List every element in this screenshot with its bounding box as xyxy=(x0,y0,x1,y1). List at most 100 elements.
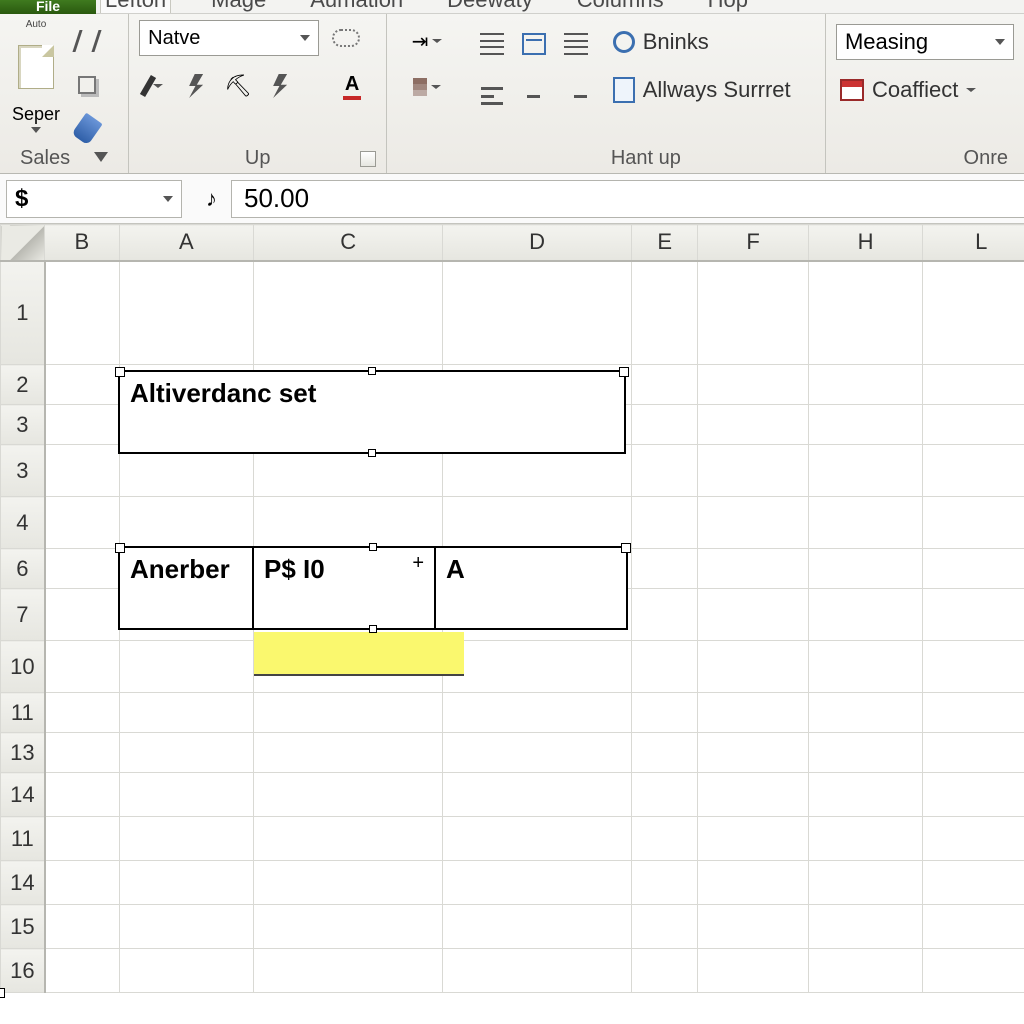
cell[interactable] xyxy=(808,549,923,589)
col-header[interactable]: F xyxy=(698,225,809,261)
align-center-button[interactable] xyxy=(519,81,549,111)
col-header[interactable]: H xyxy=(808,225,923,261)
row-header[interactable]: 16 xyxy=(1,949,45,993)
col-header[interactable]: A xyxy=(119,225,254,261)
cell[interactable] xyxy=(443,861,632,905)
cell[interactable] xyxy=(632,641,698,693)
align-right-button[interactable] xyxy=(561,81,591,111)
cell[interactable] xyxy=(443,261,632,365)
font-color-button[interactable]: A xyxy=(337,71,367,101)
cell[interactable] xyxy=(698,365,809,405)
cell[interactable] xyxy=(923,773,1024,817)
cell[interactable] xyxy=(808,589,923,641)
cell[interactable] xyxy=(808,445,923,497)
col-header[interactable]: D xyxy=(443,225,632,261)
new-doc-button[interactable] xyxy=(10,32,62,102)
cell[interactable] xyxy=(808,405,923,445)
cell[interactable] xyxy=(632,497,698,549)
cell[interactable] xyxy=(808,641,923,693)
cell[interactable] xyxy=(632,733,698,773)
cell[interactable] xyxy=(698,405,809,445)
outdent-button[interactable] xyxy=(561,29,591,59)
cell[interactable] xyxy=(45,549,119,589)
dialog-launcher-icon[interactable] xyxy=(360,151,376,167)
row-header[interactable]: 3 xyxy=(1,405,45,445)
tab-hop[interactable]: Hop xyxy=(704,0,752,13)
cell[interactable] xyxy=(119,641,254,693)
always-surret-button[interactable]: Allways Surrret xyxy=(609,72,795,108)
seper-label[interactable]: Seper xyxy=(12,104,60,125)
cell[interactable] xyxy=(698,861,809,905)
formula-input[interactable]: 50.00 xyxy=(231,180,1024,218)
cell[interactable] xyxy=(443,693,632,733)
tab-aumation[interactable]: Aumation xyxy=(306,0,407,13)
cell[interactable] xyxy=(923,861,1024,905)
chevron-down-icon[interactable] xyxy=(31,127,41,133)
cell[interactable] xyxy=(45,733,119,773)
tab-deewaty[interactable]: Deewaty xyxy=(443,0,537,13)
text-box-anerber[interactable]: Anerber P$ I0 + A xyxy=(118,546,628,630)
cell[interactable] xyxy=(254,949,443,993)
cell[interactable] xyxy=(119,693,254,733)
col-header[interactable]: L xyxy=(923,225,1024,261)
cell[interactable] xyxy=(698,261,809,365)
bolt2-button[interactable] xyxy=(265,71,295,101)
cell[interactable] xyxy=(254,497,443,549)
cell[interactable] xyxy=(698,949,809,993)
cell[interactable] xyxy=(698,773,809,817)
cell[interactable] xyxy=(45,905,119,949)
highlighted-cell[interactable] xyxy=(254,632,464,676)
cell[interactable] xyxy=(923,445,1024,497)
cell[interactable] xyxy=(698,817,809,861)
cell[interactable] xyxy=(808,497,923,549)
row-header[interactable]: 6 xyxy=(1,549,45,589)
tab-columns[interactable]: Columns xyxy=(573,0,668,13)
cell[interactable] xyxy=(45,817,119,861)
cell[interactable] xyxy=(632,445,698,497)
cell[interactable] xyxy=(254,905,443,949)
cell[interactable] xyxy=(45,405,119,445)
list-bullet-button[interactable] xyxy=(477,29,507,59)
row-header[interactable]: 11 xyxy=(1,817,45,861)
cell[interactable] xyxy=(119,817,254,861)
cell[interactable] xyxy=(632,861,698,905)
cell[interactable] xyxy=(632,261,698,365)
row-header[interactable]: 1 xyxy=(1,261,45,365)
cell[interactable] xyxy=(254,733,443,773)
cell[interactable] xyxy=(254,773,443,817)
cell[interactable] xyxy=(808,905,923,949)
row-header[interactable]: 15 xyxy=(1,905,45,949)
cell[interactable] xyxy=(808,261,923,365)
cell[interactable] xyxy=(119,773,254,817)
file-tab[interactable]: File xyxy=(0,0,96,14)
pen-button[interactable] xyxy=(139,71,169,101)
cell[interactable] xyxy=(119,733,254,773)
cell[interactable] xyxy=(254,693,443,733)
cell[interactable] xyxy=(443,905,632,949)
cell[interactable] xyxy=(808,733,923,773)
cell[interactable] xyxy=(443,733,632,773)
cell[interactable] xyxy=(45,261,119,365)
cell[interactable] xyxy=(923,405,1024,445)
copy-button[interactable] xyxy=(72,70,102,100)
cell[interactable] xyxy=(632,365,698,405)
cell[interactable] xyxy=(119,497,254,549)
cell[interactable] xyxy=(632,589,698,641)
cell[interactable] xyxy=(254,861,443,905)
list-number-button[interactable] xyxy=(519,29,549,59)
font-family-combo[interactable]: Natve xyxy=(139,20,319,56)
cell[interactable] xyxy=(45,497,119,549)
cell[interactable] xyxy=(698,497,809,549)
cloud-button[interactable] xyxy=(331,23,361,53)
cell[interactable] xyxy=(923,905,1024,949)
name-box[interactable]: $ xyxy=(6,180,182,218)
cell[interactable] xyxy=(698,589,809,641)
coaffect-button[interactable]: Coaffiect xyxy=(836,72,980,108)
cell[interactable] xyxy=(443,497,632,549)
bolt1-button[interactable] xyxy=(181,71,211,101)
cell[interactable] xyxy=(698,641,809,693)
cell[interactable] xyxy=(923,949,1024,993)
row-header[interactable]: 7 xyxy=(1,589,45,641)
cell[interactable] xyxy=(45,589,119,641)
cell[interactable] xyxy=(119,861,254,905)
